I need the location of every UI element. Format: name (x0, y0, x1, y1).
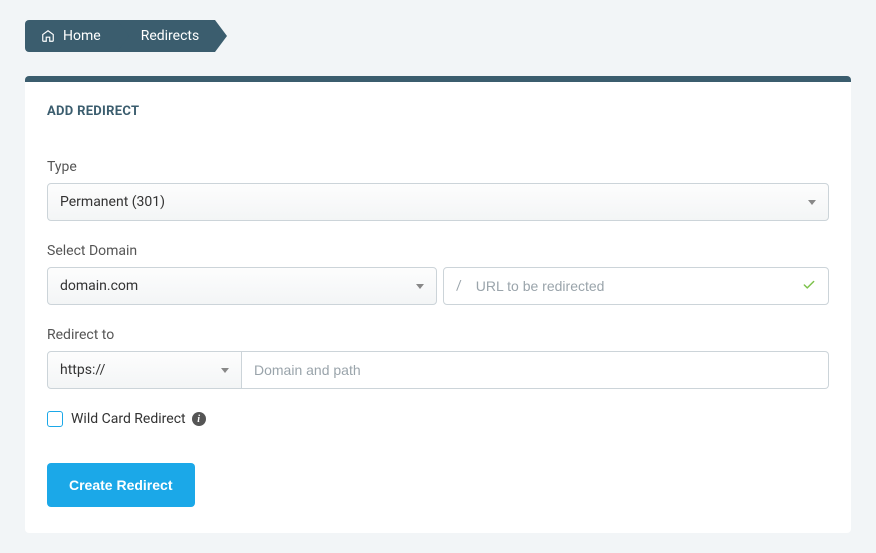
breadcrumb-redirects[interactable]: Redirects (117, 20, 216, 52)
breadcrumb-home[interactable]: Home (25, 20, 117, 52)
check-icon (802, 277, 816, 296)
breadcrumb: Home Redirects (25, 20, 851, 52)
create-redirect-button[interactable]: Create Redirect (47, 463, 195, 507)
breadcrumb-home-label: Home (63, 28, 101, 44)
type-label: Type (47, 159, 829, 175)
home-icon (41, 29, 55, 43)
domain-label: Select Domain (47, 243, 829, 259)
domain-select[interactable]: domain.com (47, 267, 437, 305)
caret-down-icon (221, 368, 229, 373)
caret-down-icon (416, 284, 424, 289)
breadcrumb-redirects-label: Redirects (141, 28, 200, 44)
caret-down-icon (808, 200, 816, 205)
add-redirect-panel: ADD REDIRECT Type Permanent (301) Select… (25, 76, 851, 533)
url-input[interactable] (476, 278, 802, 294)
url-prefix: / (456, 278, 462, 294)
redirect-to-label: Redirect to (47, 327, 829, 343)
redirect-to-group: Redirect to https:// (47, 327, 829, 389)
url-input-wrap: / (443, 267, 829, 305)
panel-title: ADD REDIRECT (47, 104, 829, 119)
domain-select-value: domain.com (60, 278, 138, 294)
protocol-select-value: https:// (60, 362, 105, 378)
wildcard-checkbox[interactable] (47, 411, 63, 427)
type-select[interactable]: Permanent (301) (47, 183, 829, 221)
type-group: Type Permanent (301) (47, 159, 829, 221)
protocol-select[interactable]: https:// (47, 351, 242, 389)
path-input[interactable] (242, 351, 829, 389)
type-select-value: Permanent (301) (60, 194, 165, 210)
wildcard-row: Wild Card Redirect i (47, 411, 829, 427)
domain-group: Select Domain domain.com / (47, 243, 829, 305)
info-icon[interactable]: i (192, 412, 206, 426)
wildcard-label: Wild Card Redirect i (71, 411, 206, 427)
